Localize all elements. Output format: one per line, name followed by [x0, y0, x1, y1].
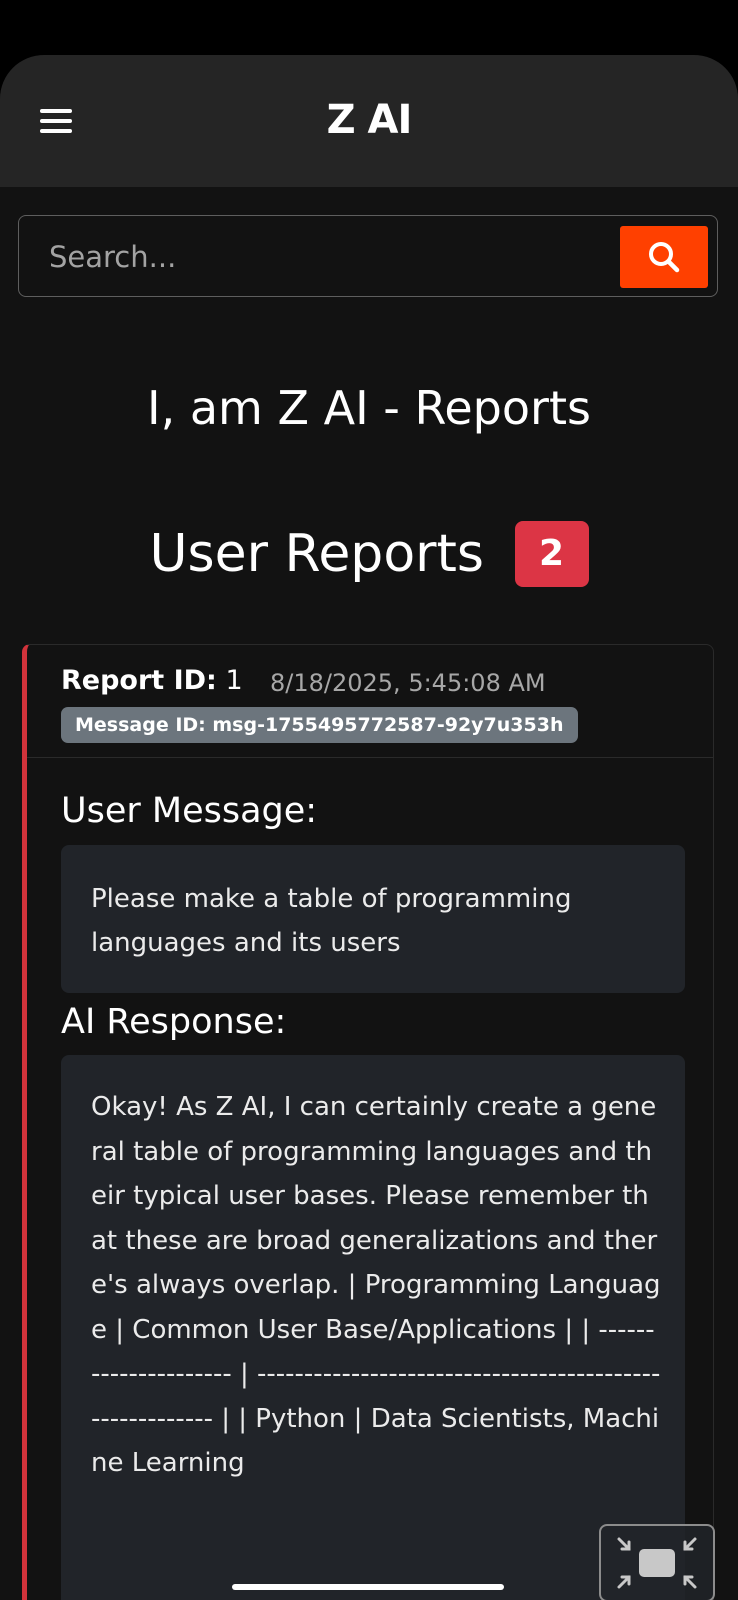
page-title: I, am Z AI - Reports — [147, 381, 591, 435]
report-count-badge: 2 — [514, 521, 589, 587]
ai-response-label: AI Response: — [61, 1002, 287, 1042]
report-id-label: Report ID: — [61, 665, 217, 696]
section-title-label: User Reports — [149, 524, 484, 584]
top-navbar: Z AI — [0, 55, 738, 187]
app-title: Z AI — [326, 97, 413, 143]
search-input[interactable] — [47, 234, 591, 280]
report-id: Report ID: 1 — [61, 665, 243, 696]
report-timestamp: 8/18/2025, 5:45:08 AM — [270, 669, 546, 697]
report-id-value: 1 — [225, 665, 243, 696]
minimize-view-button[interactable] — [599, 1524, 715, 1600]
app-screen: Z AI I, am Z AI - Reports User Reports 2… — [0, 55, 738, 1600]
report-card-header: Report ID: 1 8/18/2025, 5:45:08 AM Messa… — [27, 645, 713, 758]
user-message-box: Please make a table of programming langu… — [61, 845, 685, 993]
minimize-view-icon — [617, 1537, 697, 1589]
home-indicator[interactable] — [232, 1584, 504, 1590]
message-id-badge: Message ID: msg-1755495772587-92y7u353h — [61, 707, 578, 743]
report-card: Report ID: 1 8/18/2025, 5:45:08 AM Messa… — [22, 644, 714, 1600]
search-icon — [649, 242, 680, 273]
section-heading: User Reports 2 — [0, 521, 738, 591]
user-message-label: User Message: — [61, 791, 318, 831]
search-button[interactable] — [620, 226, 708, 288]
ai-response-box: Okay! As Z AI, I can certainly create a … — [61, 1055, 685, 1600]
search-bar — [18, 215, 718, 297]
